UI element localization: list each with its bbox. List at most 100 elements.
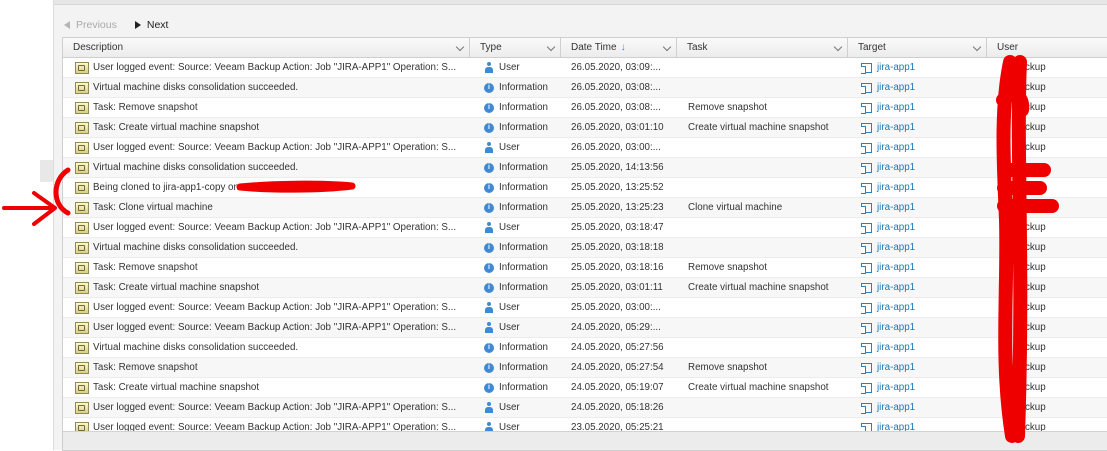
events-table: Description Type Date Time ↓ Task Target <box>62 37 1107 451</box>
column-header-target[interactable]: Target <box>848 38 987 57</box>
table-row[interactable]: Task: Remove snapshot i Information 25.05.2… <box>63 258 1107 278</box>
datetime-text: 25.05.2020, 13:25:23 <box>571 202 664 213</box>
datetime-cell: 24.05.2020, 05:19:07 <box>571 378 681 397</box>
events-panel: Previous Next Description Type Date Time… <box>53 0 1107 451</box>
target-link[interactable]: jira-app1 <box>877 342 915 353</box>
description-text: Task: Create virtual machine snapshot <box>93 382 260 393</box>
chevron-down-icon[interactable] <box>662 42 672 52</box>
column-header-type[interactable]: Type <box>470 38 561 57</box>
type-text: User <box>499 62 520 73</box>
target-link[interactable]: jira-app1 <box>877 62 915 73</box>
target-link[interactable]: jira-app1 <box>877 82 915 93</box>
arrow-right-icon <box>134 21 141 29</box>
user-text: Backup <box>1013 102 1046 113</box>
previous-button[interactable]: Previous <box>64 19 117 31</box>
datetime-cell: 26.05.2020, 03:08:... <box>571 78 681 97</box>
target-link[interactable]: jira-app1 <box>877 122 915 133</box>
column-header-task[interactable]: Task <box>677 38 848 57</box>
type-text: User <box>499 222 520 233</box>
splitter-handle[interactable] <box>40 160 53 182</box>
target-link[interactable]: jira-app1 <box>877 142 915 153</box>
type-text: Information <box>499 282 549 293</box>
table-row[interactable]: Task: Create virtual machine snapshot i In… <box>63 278 1107 298</box>
table-row[interactable]: Virtual machine disks consolidation succ… <box>63 338 1107 358</box>
table-row[interactable]: User logged event: Source: Veeam Backup … <box>63 298 1107 318</box>
vm-icon <box>861 202 872 214</box>
target-link[interactable]: jira-app1 <box>877 302 915 313</box>
chevron-down-icon[interactable] <box>546 42 556 52</box>
description-text: User logged event: Source: Veeam Backup … <box>93 302 457 313</box>
target-link[interactable]: jira-app1 <box>877 162 915 173</box>
column-header-user[interactable]: User <box>987 38 1107 57</box>
table-row[interactable]: Task: Remove snapshot i Information 26.05.2… <box>63 98 1107 118</box>
description-text: User logged event: Source: Veeam Backup … <box>93 322 457 333</box>
type-cell: i Information <box>484 278 572 297</box>
target-link[interactable]: jira-app1 <box>877 102 915 113</box>
target-link[interactable]: jira-app1 <box>877 182 915 193</box>
user-cell: Backup <box>1013 118 1107 137</box>
user-text: Backup <box>1013 402 1046 413</box>
target-link[interactable]: jira-app1 <box>877 262 915 273</box>
vm-icon <box>861 262 872 274</box>
table-row[interactable]: Task: Clone virtual machine i Information 2… <box>63 198 1107 218</box>
task-cell <box>688 58 853 77</box>
datetime-cell: 25.05.2020, 03:00:... <box>571 298 681 317</box>
table-row[interactable]: User logged event: Source: Veeam Backup … <box>63 58 1107 78</box>
column-header-datetime[interactable]: Date Time ↓ <box>561 38 677 57</box>
vm-icon <box>861 82 872 94</box>
table-row[interactable]: Virtual machine disks consolidation succ… <box>63 238 1107 258</box>
next-button[interactable]: Next <box>134 19 168 31</box>
column-header-description[interactable]: Description <box>63 38 470 57</box>
event-icon <box>75 181 89 194</box>
chevron-down-icon[interactable] <box>972 42 982 52</box>
chevron-down-icon[interactable] <box>455 42 465 52</box>
description-cell: User logged event: Source: Veeam Backup … <box>75 398 465 417</box>
description-cell: Task: Remove snapshot <box>75 358 465 377</box>
user-icon <box>484 222 494 233</box>
user-text: Backup <box>1013 242 1046 253</box>
info-icon: i <box>484 242 494 253</box>
table-row[interactable]: User logged event: Source: Veeam Backup … <box>63 138 1107 158</box>
table-row[interactable]: User logged event: Source: Veeam Backup … <box>63 318 1107 338</box>
target-link[interactable]: jira-app1 <box>877 242 915 253</box>
description-cell: Virtual machine disks consolidation succ… <box>75 238 465 257</box>
table-row[interactable]: Virtual machine disks consolidation succ… <box>63 78 1107 98</box>
user-cell <box>1013 178 1107 197</box>
description-cell: Virtual machine disks consolidation succ… <box>75 158 465 177</box>
target-link[interactable]: jira-app1 <box>877 362 915 373</box>
info-icon: i <box>484 282 494 293</box>
description-cell: Being cloned to jira-app1-copy on <box>75 178 465 197</box>
target-cell: jira-app1 <box>861 238 981 257</box>
target-link[interactable]: jira-app1 <box>877 402 915 413</box>
task-cell <box>688 178 853 197</box>
chevron-down-icon[interactable] <box>833 42 843 52</box>
vm-icon <box>861 222 872 234</box>
target-link[interactable]: jira-app1 <box>877 322 915 333</box>
target-cell: jira-app1 <box>861 58 981 77</box>
description-text: Task: Remove snapshot <box>93 102 198 113</box>
table-row[interactable]: User logged event: Source: Veeam Backup … <box>63 218 1107 238</box>
table-row[interactable]: Task: Remove snapshot i Information 24.05.2… <box>63 358 1107 378</box>
datetime-cell: 25.05.2020, 03:18:47 <box>571 218 681 237</box>
type-cell: i Information <box>484 178 572 197</box>
user-cell <box>1013 198 1107 217</box>
table-row[interactable]: Task: Create virtual machine snapshot i In… <box>63 378 1107 398</box>
type-text: Information <box>499 202 549 213</box>
table-row[interactable]: Virtual machine disks consolidation succ… <box>63 158 1107 178</box>
task-cell <box>688 338 853 357</box>
left-margin <box>0 0 40 450</box>
table-row[interactable]: Task: Create virtual machine snapshot i In… <box>63 118 1107 138</box>
type-cell: i Information <box>484 98 572 117</box>
vm-icon <box>861 242 872 254</box>
table-row[interactable]: User logged event: Source: Veeam Backup … <box>63 398 1107 418</box>
user-text: Backup <box>1013 82 1046 93</box>
target-link[interactable]: jira-app1 <box>877 282 915 293</box>
table-row[interactable]: Being cloned to jira-app1-copy on i Inform… <box>63 178 1107 198</box>
datetime-cell: 24.05.2020, 05:27:54 <box>571 358 681 377</box>
user-cell: Backup <box>1013 258 1107 277</box>
target-link[interactable]: jira-app1 <box>877 382 915 393</box>
description-cell: Virtual machine disks consolidation succ… <box>75 78 465 97</box>
target-link[interactable]: jira-app1 <box>877 202 915 213</box>
target-link[interactable]: jira-app1 <box>877 222 915 233</box>
user-text: Backup <box>1013 302 1046 313</box>
